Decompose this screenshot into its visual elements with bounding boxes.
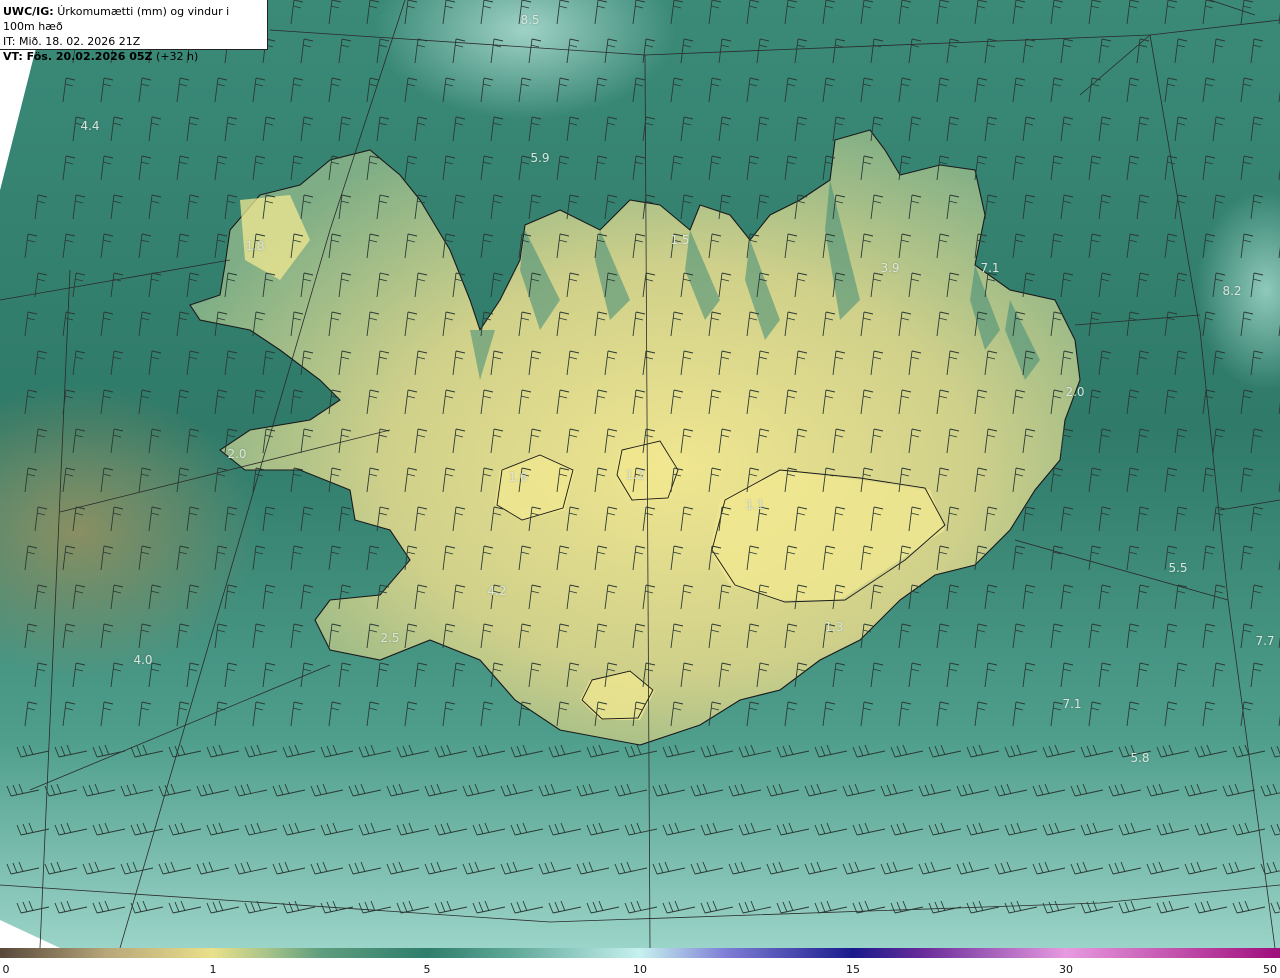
init-time: IT: Mið. 18. 02. 2026 21Z: [3, 35, 141, 48]
map-value-label: 2.5: [380, 631, 400, 645]
colorbar-tick-label: 50: [1263, 963, 1277, 976]
valid-time: VT: Fös. 20.02.2026 05Z: [3, 50, 153, 63]
map-value-label: 8.5: [520, 13, 540, 27]
colorbar-tick-label: 0: [2, 963, 10, 976]
map-value-label: 4.2: [487, 584, 507, 598]
map-value-label: 5.5: [1168, 561, 1188, 575]
map-value-label: 4.0: [133, 653, 153, 667]
map-value-label: 1.2: [625, 468, 645, 482]
map-value-label: 5.9: [530, 151, 550, 165]
map-value-label: 8.2: [1222, 284, 1242, 298]
map-value-label: 5.8: [1130, 751, 1150, 765]
map-info-box: UWC/IG: Úrkomumætti (mm) og vindur i 100…: [0, 0, 268, 63]
map-value-label: 1.1: [745, 498, 765, 512]
colorbar-gradient: [0, 948, 1280, 958]
map-value-label: 1.5: [670, 233, 690, 247]
colorbar: [0, 948, 1280, 958]
colorbar-tick-label: 15: [846, 963, 860, 976]
colorbar-tick-label: 10: [633, 963, 647, 976]
map-value-label: 2.0: [1065, 385, 1085, 399]
title-line: UWC/IG: Úrkomumætti (mm) og vindur i 100…: [3, 4, 264, 34]
map-value-label: 1.8: [245, 239, 265, 253]
valid-time-line: VT: Fös. 20.02.2026 05Z (+32 h): [3, 49, 264, 64]
map-value-label: 7.7: [1255, 634, 1275, 648]
map-value-label: 2.0: [227, 447, 247, 461]
map-value-label: 7.1: [1062, 697, 1082, 711]
product-code: UWC/IG:: [3, 5, 54, 18]
map-value-label: 3.9: [880, 261, 900, 275]
colorbar-tick-label: 1: [209, 963, 217, 976]
weather-map: 8.5 4.4 5.9 1.8 1.5 3.9 7.1 8.2 2.0 2.0 1.6 1.2 1.1 5…: [0, 0, 1280, 948]
map-value-label: 4.4: [80, 119, 100, 133]
forecast-hour: (+32 h): [156, 50, 199, 63]
colorbar-tick-label: 5: [423, 963, 431, 976]
map-value-label: 1.6: [508, 470, 528, 484]
map-value-label: 1.3: [824, 620, 844, 634]
colorbar-tick-label: 30: [1059, 963, 1073, 976]
colorbar-ticks: 0 1 5 10 15 30 50: [0, 960, 1280, 978]
map-value-label: 7.1: [980, 261, 1000, 275]
